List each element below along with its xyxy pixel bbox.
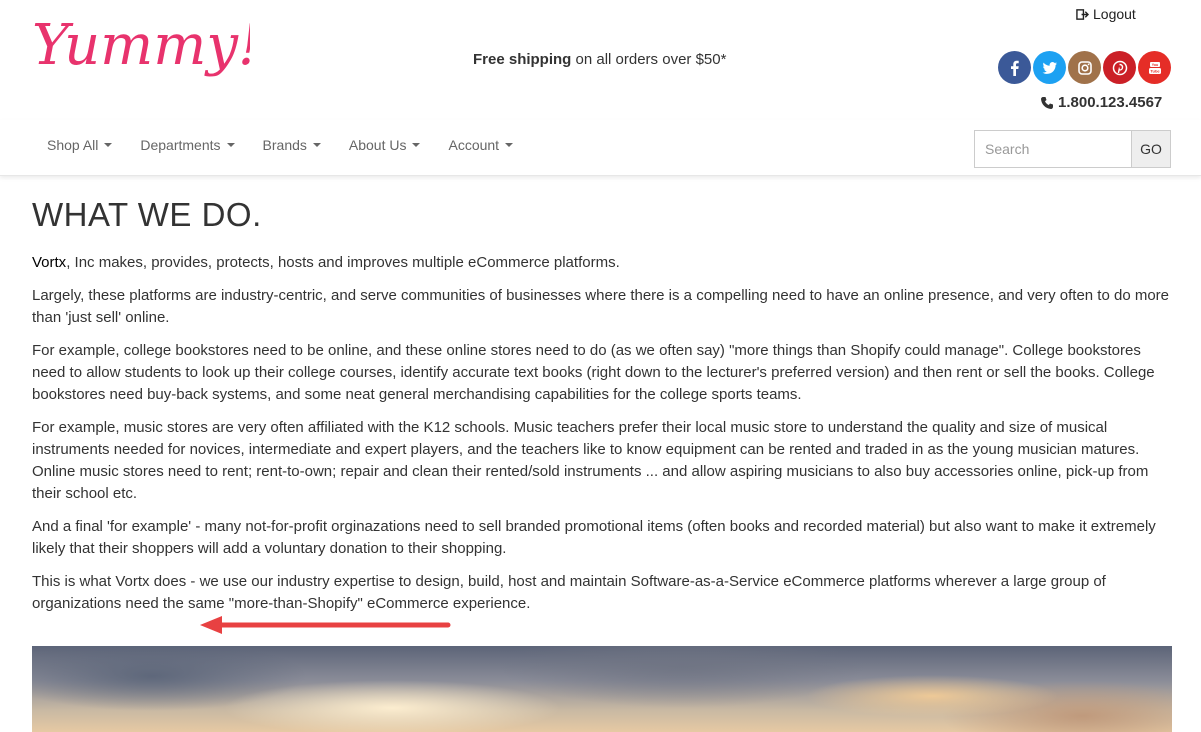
logout-link[interactable]: Logout [1076, 6, 1136, 22]
shipping-bold: Free shipping [473, 51, 572, 68]
svg-text:You: You [1151, 63, 1158, 67]
caret-down-icon [104, 143, 113, 147]
svg-text:Yummy!: Yummy! [32, 13, 250, 78]
search-form: GO [974, 130, 1171, 168]
instagram-icon[interactable] [1068, 51, 1101, 84]
main-content: WHAT WE DO. Vortx, Inc makes, provides, … [32, 196, 1172, 626]
paragraph-intro: Vortx, Inc makes, provides, protects, ho… [32, 252, 1172, 274]
nav-item-departments[interactable]: Departments [126, 132, 248, 158]
nav-item-about-us[interactable]: About Us [335, 132, 435, 158]
nav-menu: Shop All Departments Brands About Us Acc… [33, 132, 527, 158]
youtube-icon[interactable]: You Tube [1138, 51, 1171, 84]
nav-label: Shop All [47, 137, 99, 153]
logout-label: Logout [1093, 6, 1136, 22]
shipping-banner: Free shipping on all orders over $50* [473, 51, 726, 68]
nav-label: Departments [140, 137, 221, 153]
twitter-icon[interactable] [1033, 51, 1066, 84]
nav-item-account[interactable]: Account [434, 132, 527, 158]
paragraph-music-stores: For example, music stores are very often… [32, 419, 1149, 502]
yummy-logo[interactable]: Yummy! [30, 4, 250, 90]
social-links: You Tube [998, 51, 1171, 84]
pinterest-icon[interactable] [1103, 51, 1136, 84]
caret-down-icon [312, 143, 321, 147]
phone-icon [1041, 96, 1053, 109]
nav-label: Account [448, 137, 500, 153]
nav-label: About Us [348, 137, 407, 153]
svg-text:Tube: Tube [1150, 68, 1160, 73]
sky-hero-image [32, 646, 1172, 732]
nav-item-brands[interactable]: Brands [249, 132, 335, 158]
phone-label: 1.800.123.4567 [1058, 94, 1163, 111]
phone-number[interactable]: 1.800.123.4567 [1040, 94, 1162, 111]
paragraph-bookstores: For example, college bookstores need to … [32, 342, 1155, 403]
main-navbar: Shop All Departments Brands About Us Acc… [0, 120, 1201, 176]
shipping-rest: on all orders over $50* [571, 51, 727, 68]
nav-label: Brands [262, 137, 307, 153]
page-title: WHAT WE DO. [32, 196, 262, 233]
paragraph-intro-rest: , Inc makes, provides, protects, hosts a… [66, 254, 620, 271]
paragraph-nonprofit: And a final 'for example' - many not-for… [32, 518, 1156, 557]
facebook-icon[interactable] [998, 51, 1031, 84]
search-input[interactable] [974, 130, 1131, 168]
search-go-button[interactable]: GO [1131, 130, 1171, 168]
caret-down-icon [505, 143, 514, 147]
caret-down-icon [226, 143, 235, 147]
vortx-brand: Vortx [32, 254, 67, 271]
nav-item-shop-all[interactable]: Shop All [33, 132, 126, 158]
left-arrow-annotation [200, 616, 451, 634]
logout-icon [1076, 8, 1089, 20]
paragraph-summary: This is what Vortx does - we use our ind… [32, 573, 1106, 612]
caret-down-icon [412, 143, 421, 147]
paragraph-platforms: Largely, these platforms are industry-ce… [32, 287, 1169, 326]
